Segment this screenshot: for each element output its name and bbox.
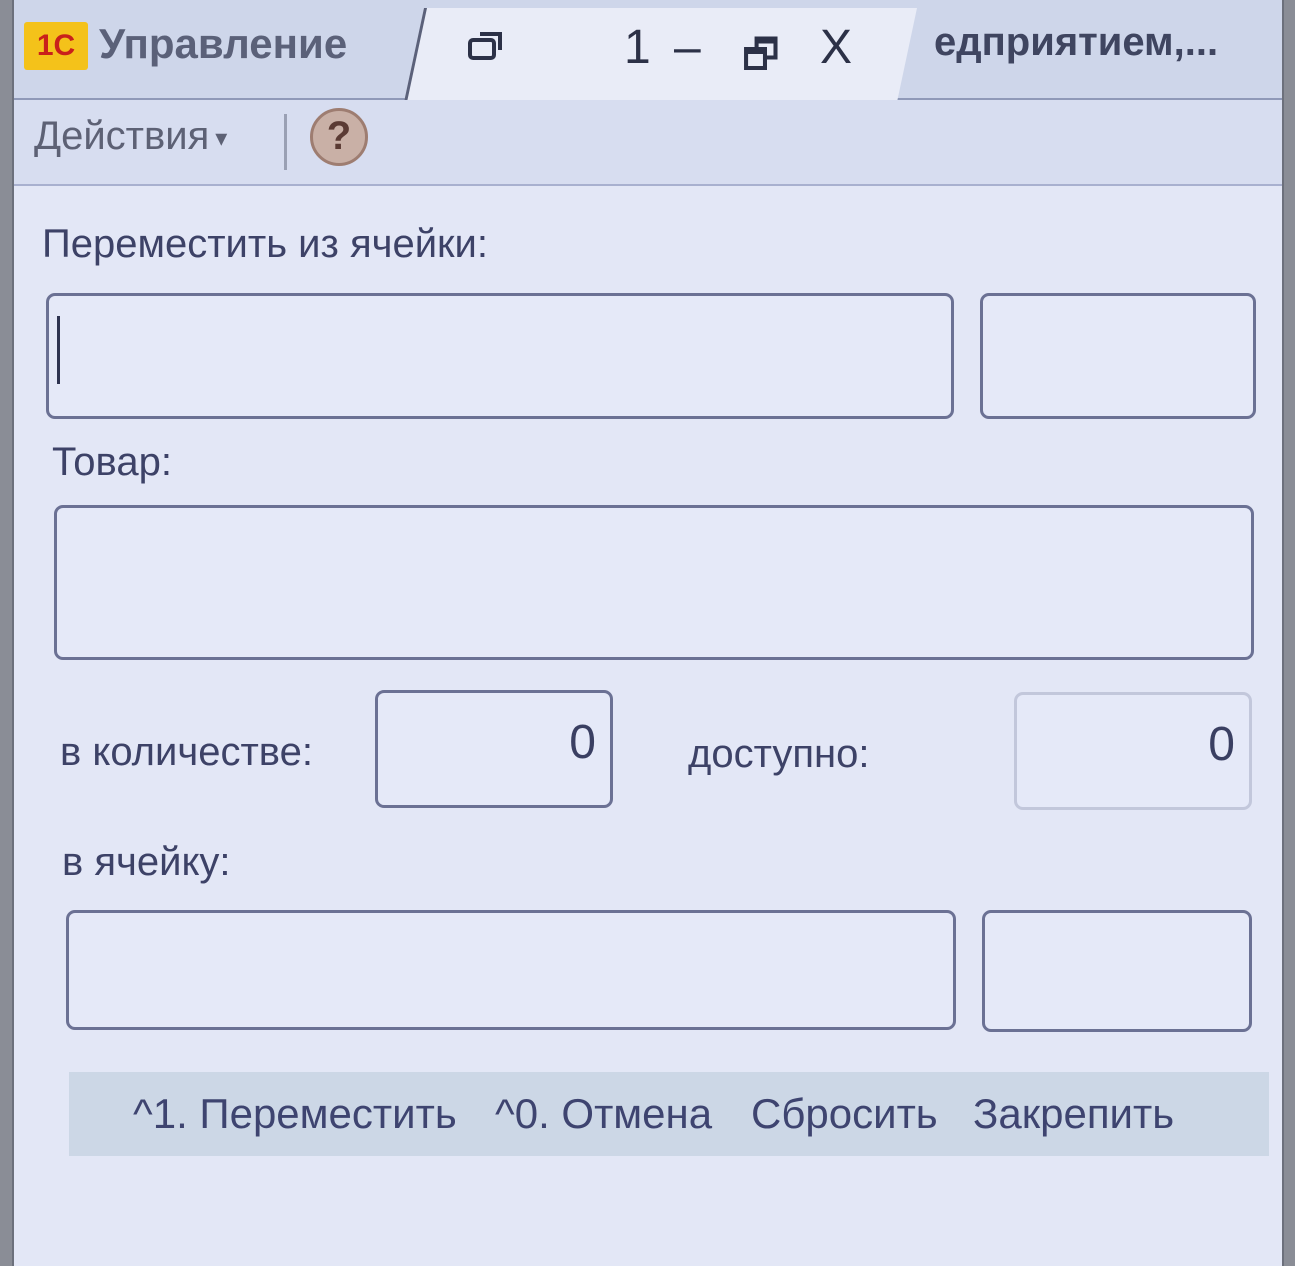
toolbar: Действия ▾ ? — [14, 100, 1282, 186]
toolbar-separator — [284, 114, 287, 170]
to-cell-input[interactable] — [66, 910, 956, 1030]
available-value: 0 — [1208, 718, 1235, 771]
product-label: Товар: — [52, 440, 172, 484]
title-bar: 1С Управление 1 – 🗗 X едприятием,... — [14, 0, 1282, 104]
close-button[interactable]: X — [820, 20, 852, 75]
available-field: 0 — [1014, 692, 1252, 810]
text-caret — [57, 316, 60, 384]
minimize-button[interactable]: – — [674, 20, 701, 75]
quantity-value: 0 — [569, 716, 596, 769]
from-cell-extra-input[interactable] — [980, 293, 1256, 419]
app-title: Управление — [99, 20, 348, 67]
reset-button[interactable]: Сбросить — [751, 1090, 938, 1138]
available-label: доступно: — [688, 732, 870, 776]
cancel-button[interactable]: ^0. Отмена — [495, 1090, 712, 1138]
screen: 1С Управление 1 – 🗗 X едприятием,... Дей… — [12, 0, 1284, 1266]
pin-button[interactable]: Закрепить — [973, 1090, 1174, 1138]
actions-label: Действия — [34, 114, 210, 158]
product-input[interactable] — [54, 505, 1254, 660]
move-button[interactable]: ^1. Переместить — [133, 1090, 457, 1138]
help-icon[interactable]: ? — [310, 108, 368, 166]
quantity-label: в количестве: — [60, 730, 313, 774]
1c-logo-icon: 1С — [24, 22, 88, 70]
command-bar: ^1. Переместить ^0. Отмена Сбросить Закр… — [69, 1072, 1269, 1156]
window-title-right: едприятием,... — [934, 20, 1219, 64]
window-number: 1 — [624, 21, 651, 74]
from-cell-input[interactable] — [46, 293, 954, 419]
to-cell-extra-input[interactable] — [982, 910, 1252, 1032]
actions-menu[interactable]: Действия ▾ — [34, 114, 227, 159]
restore-button[interactable]: 🗗 — [742, 26, 780, 94]
window-icon — [466, 26, 506, 77]
from-cell-label: Переместить из ячейки: — [42, 222, 489, 266]
quantity-input[interactable]: 0 — [375, 690, 613, 808]
to-cell-label: в ячейку: — [62, 840, 231, 884]
chevron-down-icon: ▾ — [215, 124, 228, 152]
